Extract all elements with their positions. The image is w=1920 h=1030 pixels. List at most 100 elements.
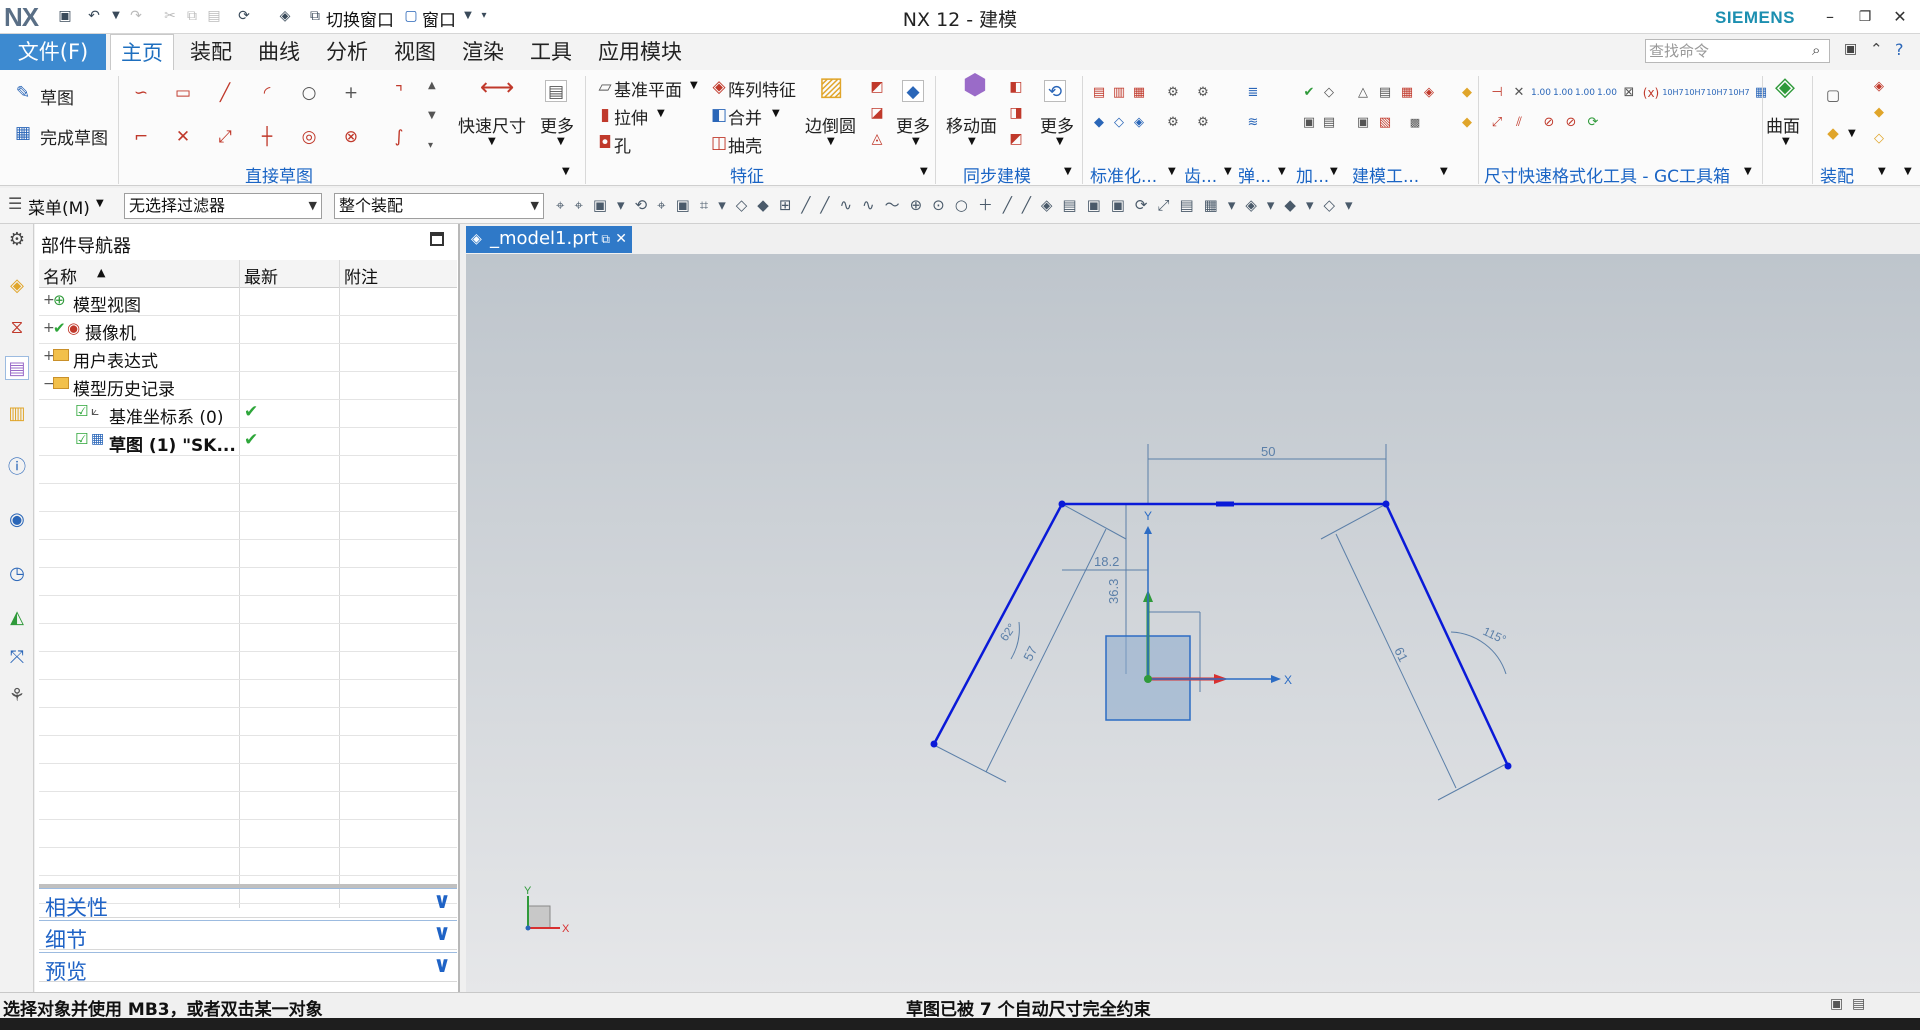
- standard-part-icon[interactable]: ◇: [1108, 112, 1130, 134]
- chevron-down-icon[interactable]: ∨: [433, 889, 451, 914]
- main-menu-button[interactable]: 菜单(M): [28, 194, 90, 219]
- modeling-tool-icon[interactable]: ▩: [1404, 112, 1426, 134]
- quick-extend-icon[interactable]: ⤢: [214, 126, 236, 148]
- settings-icon[interactable]: ⚙: [5, 228, 29, 252]
- cut-icon[interactable]: ✂: [160, 6, 180, 26]
- pattern-curve-icon[interactable]: ⊗: [340, 126, 362, 148]
- modeling-tool-icon[interactable]: ▦: [1396, 82, 1418, 104]
- tree-row-datum-csys[interactable]: ☑ ⟀ 基准坐标系 (0) ✔: [39, 400, 457, 428]
- dimension-format-icon[interactable]: 10H7: [1728, 82, 1750, 104]
- status-icon[interactable]: ▣: [1830, 996, 1843, 1012]
- tab-render[interactable]: 渲染: [452, 34, 514, 70]
- add-icon[interactable]: ▣: [1298, 112, 1320, 134]
- gc-toolbox-icon[interactable]: ◆: [1456, 82, 1478, 104]
- standard-part-icon[interactable]: ▥: [1108, 82, 1130, 104]
- document-tab[interactable]: ◈ _model1.prt ⧉ ✕: [466, 226, 632, 253]
- constraint-navigator-icon[interactable]: ⧖: [5, 316, 29, 340]
- hole-button[interactable]: 孔: [614, 132, 631, 157]
- tab-curve[interactable]: 曲线: [248, 34, 310, 70]
- tab-analysis[interactable]: 分析: [316, 34, 378, 70]
- modeling-tool-icon[interactable]: ▧: [1374, 112, 1396, 134]
- draft-icon[interactable]: ◩: [866, 76, 888, 98]
- pattern-feature-button[interactable]: 阵列特征: [728, 76, 796, 101]
- standard-part-icon[interactable]: ▤: [1088, 82, 1110, 104]
- repeat-command-icon[interactable]: ⟳: [234, 6, 254, 26]
- sketch-profile[interactable]: [932, 502, 1510, 767]
- dimension-format-icon[interactable]: 1.00: [1574, 82, 1596, 104]
- dimension-format-icon[interactable]: ⊘: [1560, 112, 1582, 134]
- origin-point[interactable]: [1144, 675, 1152, 683]
- sketch-endpoint[interactable]: [1382, 500, 1390, 508]
- assembly-navigator-icon[interactable]: ◈: [5, 274, 29, 298]
- tab-home[interactable]: 主页: [110, 34, 174, 70]
- sketch-endpoint[interactable]: [930, 740, 938, 748]
- undo-dropdown-icon[interactable]: ▼: [106, 6, 126, 26]
- customize-quick-access-icon[interactable]: ▾: [474, 6, 494, 26]
- gallery-expand-icon[interactable]: ▾: [428, 140, 433, 151]
- tab-application[interactable]: 应用模块: [588, 34, 692, 70]
- paste-icon[interactable]: ▤: [204, 6, 224, 26]
- redo-icon[interactable]: ↷: [126, 6, 146, 26]
- web-browser-icon[interactable]: ◉: [5, 508, 29, 532]
- command-search-input[interactable]: 查找命令: [1645, 39, 1830, 63]
- selection-scope-select[interactable]: 整个装配 ▼: [334, 193, 544, 219]
- chamfer-feature-icon[interactable]: ◪: [866, 102, 888, 124]
- gear-icon[interactable]: ⚙: [1162, 82, 1184, 104]
- part-navigator-icon[interactable]: ▤: [5, 356, 29, 380]
- modeling-tool-icon[interactable]: ▤: [1374, 82, 1396, 104]
- copy-icon[interactable]: ⧉: [182, 6, 202, 26]
- dimension-57-label[interactable]: 57: [1020, 644, 1040, 664]
- process-studio-icon[interactable]: ⤧: [5, 646, 29, 670]
- modeling-tool-icon[interactable]: ▣: [1352, 112, 1374, 134]
- tree-row-sketch[interactable]: ☑ ▦ 草图 (1) "SK... ✔: [39, 428, 457, 456]
- minimize-button[interactable]: –: [1815, 4, 1845, 30]
- collapse-ribbon-icon[interactable]: ⌃: [1870, 40, 1883, 58]
- ribbon-options-icon[interactable]: ▣: [1844, 41, 1857, 57]
- assembly-icon[interactable]: ▢: [1822, 84, 1844, 106]
- edge-blend-button[interactable]: 边倒圆: [805, 112, 856, 137]
- more-feature-button[interactable]: 更多: [896, 112, 930, 137]
- tree-row-model-history[interactable]: − 模型历史记录: [39, 372, 457, 400]
- history-icon[interactable]: ◷: [5, 562, 29, 586]
- dimension-format-icon[interactable]: ⟳: [1582, 112, 1604, 134]
- assembly-icon[interactable]: ◇: [1868, 128, 1890, 150]
- search-icon[interactable]: ⌕: [1812, 41, 1820, 59]
- arc-icon[interactable]: ◜: [256, 82, 278, 104]
- dimension-18-2-label[interactable]: 18.2: [1094, 554, 1119, 569]
- offset-region-icon[interactable]: ◨: [1005, 102, 1027, 124]
- gallery-up-icon[interactable]: ▲: [428, 80, 436, 91]
- make-corner-icon[interactable]: ┼: [256, 126, 278, 148]
- dimension-format-icon[interactable]: ✕: [1508, 82, 1530, 104]
- undo-icon[interactable]: ↶: [84, 6, 104, 26]
- point-icon[interactable]: +: [340, 82, 362, 104]
- shell-button[interactable]: 抽壳: [728, 132, 762, 157]
- gallery-down-icon[interactable]: ▼: [428, 110, 436, 121]
- dimension-format-icon[interactable]: 10H7: [1662, 82, 1684, 104]
- details-panel[interactable]: 细节 ∨: [39, 920, 457, 952]
- help-icon[interactable]: ?: [1895, 40, 1904, 59]
- dimension-format-icon[interactable]: 10H7: [1706, 82, 1728, 104]
- tree-row-cameras[interactable]: + ✔ ◉ 摄像机: [39, 316, 457, 344]
- column-latest-header[interactable]: 最新: [244, 263, 278, 288]
- modeling-tool-icon[interactable]: △: [1352, 82, 1374, 104]
- dimension-format-icon[interactable]: ⊘: [1538, 112, 1560, 134]
- sketch-canvas[interactable]: 50 18.2 36.3 57 61 62° 115° Y X Y X: [466, 254, 1920, 992]
- file-menu-tab[interactable]: 文件(F): [0, 34, 106, 70]
- dimension-61-label[interactable]: 61: [1391, 645, 1411, 665]
- undock-icon[interactable]: ⧉: [601, 226, 610, 252]
- main-menu-dropdown-icon[interactable]: ▼: [96, 198, 104, 209]
- extrude-button[interactable]: 拉伸: [614, 104, 648, 129]
- more-sync-button[interactable]: 更多: [1040, 112, 1074, 137]
- save-icon[interactable]: ▣: [55, 6, 75, 26]
- graphics-window[interactable]: 50 18.2 36.3 57 61 62° 115° Y X Y X: [466, 254, 1920, 992]
- hd3d-tools-icon[interactable]: ⓘ: [5, 456, 29, 480]
- dimension-format-icon[interactable]: 1.00: [1530, 82, 1552, 104]
- window-menu-button[interactable]: 窗口: [422, 6, 456, 31]
- window-icon[interactable]: ▢: [401, 6, 421, 26]
- dimension-format-icon[interactable]: ⤢: [1486, 112, 1508, 134]
- tab-assembly[interactable]: 装配: [180, 34, 242, 70]
- dimension-format-icon[interactable]: ⊠: [1618, 82, 1640, 104]
- profile-icon[interactable]: ∽: [130, 82, 152, 104]
- status-icon[interactable]: ▤: [1852, 996, 1865, 1012]
- chevron-down-icon[interactable]: ∨: [433, 921, 451, 946]
